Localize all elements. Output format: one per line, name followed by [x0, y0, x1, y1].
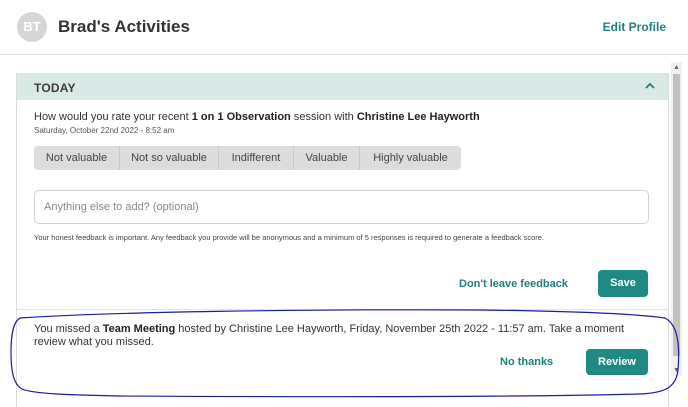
- section-title: TODAY: [34, 81, 76, 95]
- scroll-down-arrow-icon[interactable]: ▼: [672, 366, 681, 375]
- activities-panel: TODAY How would you rate your recent 1 o…: [16, 73, 669, 407]
- rating-valuable-button[interactable]: Valuable: [294, 146, 360, 170]
- rating-not-valuable-button[interactable]: Not valuable: [34, 146, 120, 170]
- session-person: Christine Lee Hayworth: [356, 111, 480, 123]
- feedback-question: How would you rate your recent 1 on 1 Ob…: [34, 111, 480, 123]
- rating-highly-valuable-button[interactable]: Highly valuable: [360, 146, 461, 170]
- divider: [17, 309, 668, 310]
- additional-feedback-input[interactable]: [34, 190, 649, 224]
- missed-prefix: You missed a: [34, 323, 103, 335]
- missed-event-message: You missed a Team Meeting hosted by Chri…: [34, 323, 654, 349]
- rating-button-group: Not valuable Not so valuable Indifferent…: [34, 146, 461, 170]
- question-prefix: How would you rate your recent: [34, 111, 192, 123]
- anonymity-note: Your honest feedback is important. Any f…: [34, 233, 545, 242]
- edit-profile-link[interactable]: Edit Profile: [603, 20, 666, 34]
- rating-indifferent-button[interactable]: Indifferent: [219, 146, 294, 170]
- save-button[interactable]: Save: [598, 270, 648, 297]
- chevron-up-icon[interactable]: [644, 80, 656, 92]
- scrollbar-thumb[interactable]: [673, 74, 680, 356]
- question-middle: session with: [290, 111, 357, 123]
- session-type: 1 on 1 Observation: [191, 111, 291, 123]
- dont-leave-feedback-link[interactable]: Don't leave feedback: [459, 278, 568, 290]
- review-button[interactable]: Review: [586, 349, 648, 375]
- page-header: BT Brad's Activities Edit Profile: [0, 0, 688, 55]
- rating-not-so-valuable-button[interactable]: Not so valuable: [120, 146, 219, 170]
- page-title: Brad's Activities: [58, 17, 190, 36]
- today-section-header[interactable]: TODAY: [17, 73, 668, 100]
- missed-event-name: Team Meeting: [102, 323, 176, 335]
- no-thanks-link[interactable]: No thanks: [500, 356, 553, 368]
- session-date: Saturday, October 22nd 2022 - 8:52 am: [34, 126, 175, 135]
- avatar[interactable]: BT: [17, 12, 47, 42]
- scroll-up-arrow-icon[interactable]: ▲: [672, 63, 681, 72]
